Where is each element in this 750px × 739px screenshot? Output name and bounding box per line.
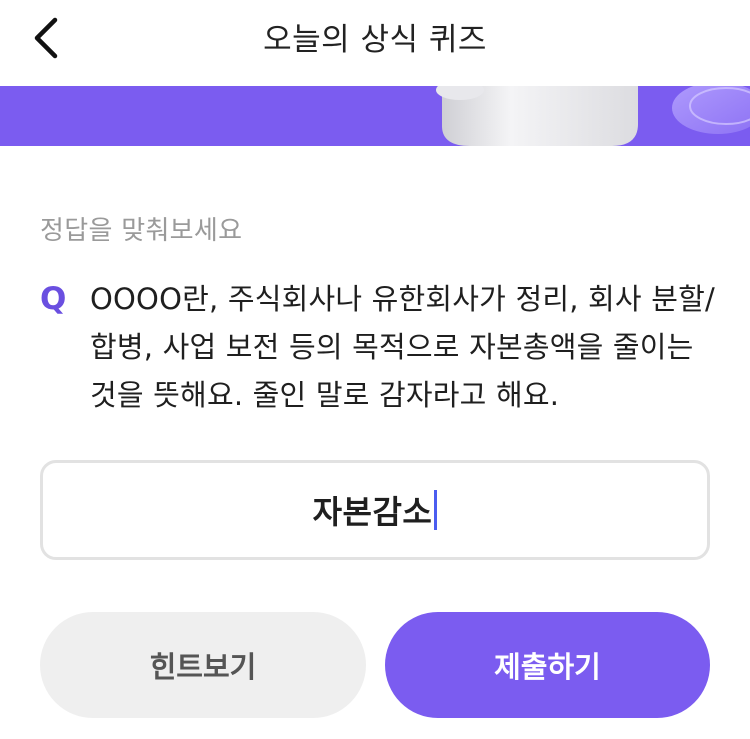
quiz-banner xyxy=(0,86,750,146)
instruction-text: 정답을 맞춰보세요 xyxy=(40,216,243,246)
top-bar: 오늘의 상식 퀴즈 xyxy=(0,0,750,86)
answer-field[interactable]: 자본감소 xyxy=(40,460,710,560)
hint-button[interactable]: 힌트보기 xyxy=(40,612,366,718)
question-marker: Q xyxy=(40,281,67,317)
question-block: Q OOOO란, 주식회사나 유한회사가 정리, 회사 분할/합병, 사업 보전… xyxy=(40,275,730,419)
banner-illustration xyxy=(436,86,750,146)
page-title: 오늘의 상식 퀴즈 xyxy=(263,22,487,58)
answer-value: 자본감소 xyxy=(312,493,433,531)
question-text: OOOO란, 주식회사나 유한회사가 정리, 회사 분할/합병, 사업 보전 등… xyxy=(90,282,715,412)
quiz-screen: 오늘의 상식 퀴즈 정답을 맞춰보세요 Q OOOO란, 주식회사나 유한회사가… xyxy=(0,0,750,739)
text-caret xyxy=(434,490,438,530)
submit-button[interactable]: 제출하기 xyxy=(385,612,710,718)
